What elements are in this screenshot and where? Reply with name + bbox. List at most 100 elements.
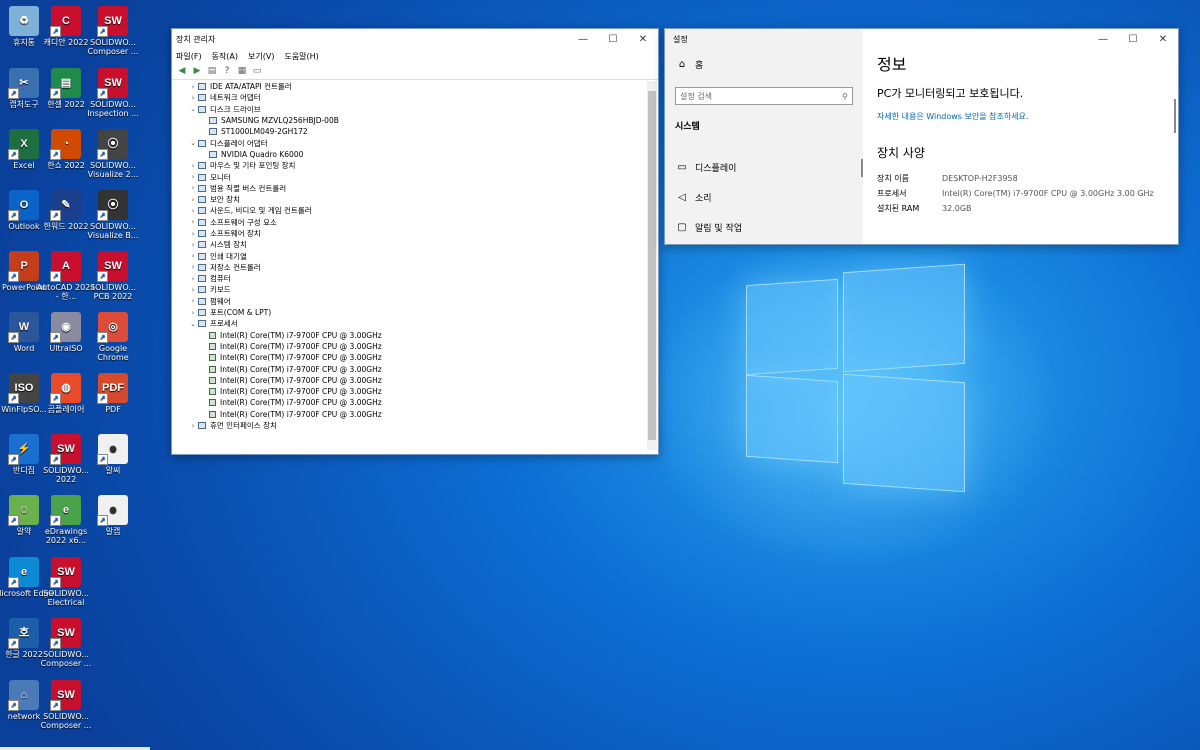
shortcut-arrow-icon: ↗ — [8, 700, 19, 711]
chevron-right-icon[interactable]: › — [188, 218, 198, 226]
device-category[interactable]: ⌄ 디스크 드라이브 — [178, 104, 644, 115]
desktop-shortcut[interactable]: SW ↗ SOLIDWO... Inspection ... — [83, 68, 143, 118]
help-icon[interactable]: ? — [221, 66, 233, 76]
list-view-icon[interactable]: ▦ — [236, 66, 248, 76]
device-category[interactable]: › 컴퓨터 — [178, 273, 644, 284]
device-category[interactable]: › 사운드, 비디오 및 게임 컨트롤러 — [178, 205, 644, 216]
device-category[interactable]: › 저장소 컨트롤러 — [178, 262, 644, 273]
vertical-scrollbar[interactable] — [647, 81, 657, 450]
windows-security-link[interactable]: 자세한 내용은 Windows 보안을 참조하세요. — [877, 111, 1164, 122]
chevron-right-icon[interactable]: › — [188, 252, 198, 260]
chevron-right-icon[interactable]: › — [188, 286, 198, 294]
search-icon[interactable]: ⚲ — [842, 92, 848, 101]
device-category[interactable]: › 키보드 — [178, 284, 644, 295]
desktop-shortcut[interactable]: SW ↗ SOLIDWO... Composer ... — [36, 680, 96, 730]
device-category[interactable]: › 네트워크 어댑터 — [178, 92, 644, 103]
device-category[interactable]: › 펌웨어 — [178, 296, 644, 307]
settings-sidebar: 설정 ⌂ 홈 설정 검색 ⚲ 시스템 ▭ 디스플레이 ◁ 소리 ▢ 알림 및 작업 — [665, 29, 863, 244]
chevron-right-icon[interactable]: › — [188, 83, 198, 91]
settings-home[interactable]: ⌂ 홈 — [665, 49, 863, 79]
desktop-shortcut[interactable]: SW ↗ SOLIDWO... Composer ... — [36, 618, 96, 668]
chevron-down-icon[interactable]: ⌄ — [188, 139, 198, 147]
device-category[interactable]: › 보안 장치 — [178, 194, 644, 205]
monitor-icon[interactable]: ▭ — [251, 66, 263, 76]
chevron-right-icon[interactable]: › — [188, 173, 198, 181]
settings-nav-item[interactable]: ▢ 알림 및 작업 — [665, 212, 863, 242]
device-item[interactable]: NVIDIA Quadro K6000 — [178, 149, 644, 160]
desktop-shortcut[interactable]: SW ↗ SOLIDWO... PCB 2022 — [83, 251, 143, 301]
maximize-icon[interactable]: ☐ — [598, 34, 628, 45]
chevron-right-icon[interactable]: › — [188, 207, 198, 215]
device-item[interactable]: Intel(R) Core(TM) i7-9700F CPU @ 3.00GHz — [178, 363, 644, 374]
device-item[interactable]: Intel(R) Core(TM) i7-9700F CPU @ 3.00GHz — [178, 375, 644, 386]
minimize-icon[interactable]: — — [568, 34, 598, 45]
menu-action[interactable]: 동작(A) — [212, 51, 238, 62]
desktop-shortcut[interactable]: ◎ ↗ Google Chrome — [83, 312, 143, 362]
app-icon-glyph: SW — [104, 14, 122, 27]
chevron-down-icon[interactable]: ⌄ — [188, 320, 198, 328]
settings-search-input[interactable]: 설정 검색 ⚲ — [675, 87, 853, 105]
chevron-right-icon[interactable]: › — [188, 94, 198, 102]
device-manager-window[interactable]: 장치 관리자 — ☐ ✕ 파일(F) 동작(A) 보기(V) 도움말(H) ◀ … — [171, 28, 659, 455]
device-item[interactable]: Intel(R) Core(TM) i7-9700F CPU @ 3.00GHz — [178, 397, 644, 408]
device-category[interactable]: › 소프트웨어 장치 — [178, 228, 644, 239]
desktop-shortcut[interactable]: ⦿ ↗ SOLIDWO... Visualize B... — [83, 190, 143, 240]
settings-nav-item[interactable]: ◁ 소리 — [665, 182, 863, 212]
chevron-right-icon[interactable]: › — [188, 309, 198, 317]
chevron-down-icon[interactable]: ⌄ — [188, 105, 198, 113]
properties-icon[interactable]: ▤ — [206, 66, 218, 76]
chevron-right-icon[interactable]: › — [188, 263, 198, 271]
desktop-shortcut[interactable]: ☻ ↗ 알씨 — [83, 434, 143, 475]
device-item[interactable]: Intel(R) Core(TM) i7-9700F CPU @ 3.00GHz — [178, 386, 644, 397]
chevron-right-icon[interactable]: › — [188, 241, 198, 249]
close-icon[interactable]: ✕ — [1148, 34, 1178, 45]
content-scrollbar[interactable] — [1174, 99, 1176, 133]
device-category[interactable]: › 휴먼 인터페이스 장치 — [178, 420, 644, 431]
chevron-right-icon[interactable]: › — [188, 297, 198, 305]
settings-window[interactable]: 설정 ⌂ 홈 설정 검색 ⚲ 시스템 ▭ 디스플레이 ◁ 소리 ▢ 알림 및 작업 — ☐… — [664, 28, 1179, 245]
device-category[interactable]: › 인쇄 대기열 — [178, 250, 644, 261]
device-category[interactable]: › 포트(COM & LPT) — [178, 307, 644, 318]
spec-key: 장치 이름 — [877, 174, 909, 183]
chevron-right-icon[interactable]: › — [188, 184, 198, 192]
desktop-shortcut[interactable]: ☻ ↗ 알캡 — [83, 495, 143, 536]
device-category[interactable]: › 시스템 장치 — [178, 239, 644, 250]
device-manager-titlebar[interactable]: 장치 관리자 — ☐ ✕ — [172, 29, 658, 49]
chevron-right-icon[interactable]: › — [188, 230, 198, 238]
notification-icon: ▢ — [677, 221, 687, 233]
shortcut-arrow-icon: ↗ — [8, 149, 19, 160]
chevron-right-icon[interactable]: › — [188, 422, 198, 430]
desktop-shortcut[interactable]: SW ↗ SOLIDWO... Electrical — [36, 557, 96, 607]
menu-help[interactable]: 도움말(H) — [284, 51, 318, 62]
minimize-icon[interactable]: — — [1088, 34, 1118, 45]
desktop-shortcut[interactable]: SW ↗ SOLIDWO... Composer ... — [83, 6, 143, 56]
close-icon[interactable]: ✕ — [628, 34, 658, 45]
shortcut-arrow-icon: ↗ — [97, 149, 108, 160]
device-category[interactable]: ⌄ 디스플레이 어댑터 — [178, 137, 644, 148]
forward-arrow-icon[interactable]: ▶ — [191, 66, 203, 76]
device-category[interactable]: ⌄ 프로세서 — [178, 318, 644, 329]
device-item[interactable]: ST1000LM049-2GH172 — [178, 126, 644, 137]
desktop-shortcut[interactable]: PDF ↗ PDF — [83, 373, 143, 414]
app-icon: ◔ ↗ — [50, 129, 81, 160]
scrollbar-thumb[interactable] — [648, 91, 656, 440]
chevron-right-icon[interactable]: › — [188, 162, 198, 170]
chevron-right-icon[interactable]: › — [188, 275, 198, 283]
menu-view[interactable]: 보기(V) — [248, 51, 274, 62]
maximize-icon[interactable]: ☐ — [1118, 34, 1148, 45]
device-category[interactable]: › 소프트웨어 구성 요소 — [178, 217, 644, 228]
device-item[interactable]: Intel(R) Core(TM) i7-9700F CPU @ 3.00GHz — [178, 330, 644, 341]
chevron-right-icon[interactable]: › — [188, 196, 198, 204]
device-item[interactable]: SAMSUNG MZVLQ256HBJD-00B — [178, 115, 644, 126]
menu-file[interactable]: 파일(F) — [176, 51, 202, 62]
settings-nav-item[interactable]: ▭ 디스플레이 — [665, 152, 863, 182]
device-category[interactable]: › 마우스 및 기타 포인팅 장치 — [178, 160, 644, 171]
desktop-shortcut[interactable]: ⦿ ↗ SOLIDWO... Visualize 2... — [83, 129, 143, 179]
device-item[interactable]: Intel(R) Core(TM) i7-9700F CPU @ 3.00GHz — [178, 341, 644, 352]
device-category[interactable]: › 모니터 — [178, 171, 644, 182]
back-arrow-icon[interactable]: ◀ — [176, 66, 188, 76]
device-item[interactable]: Intel(R) Core(TM) i7-9700F CPU @ 3.00GHz — [178, 409, 644, 420]
device-item[interactable]: Intel(R) Core(TM) i7-9700F CPU @ 3.00GHz — [178, 352, 644, 363]
device-category[interactable]: › IDE ATA/ATAPI 컨트롤러 — [178, 81, 644, 92]
device-category[interactable]: › 범용 직렬 버스 컨트롤러 — [178, 183, 644, 194]
